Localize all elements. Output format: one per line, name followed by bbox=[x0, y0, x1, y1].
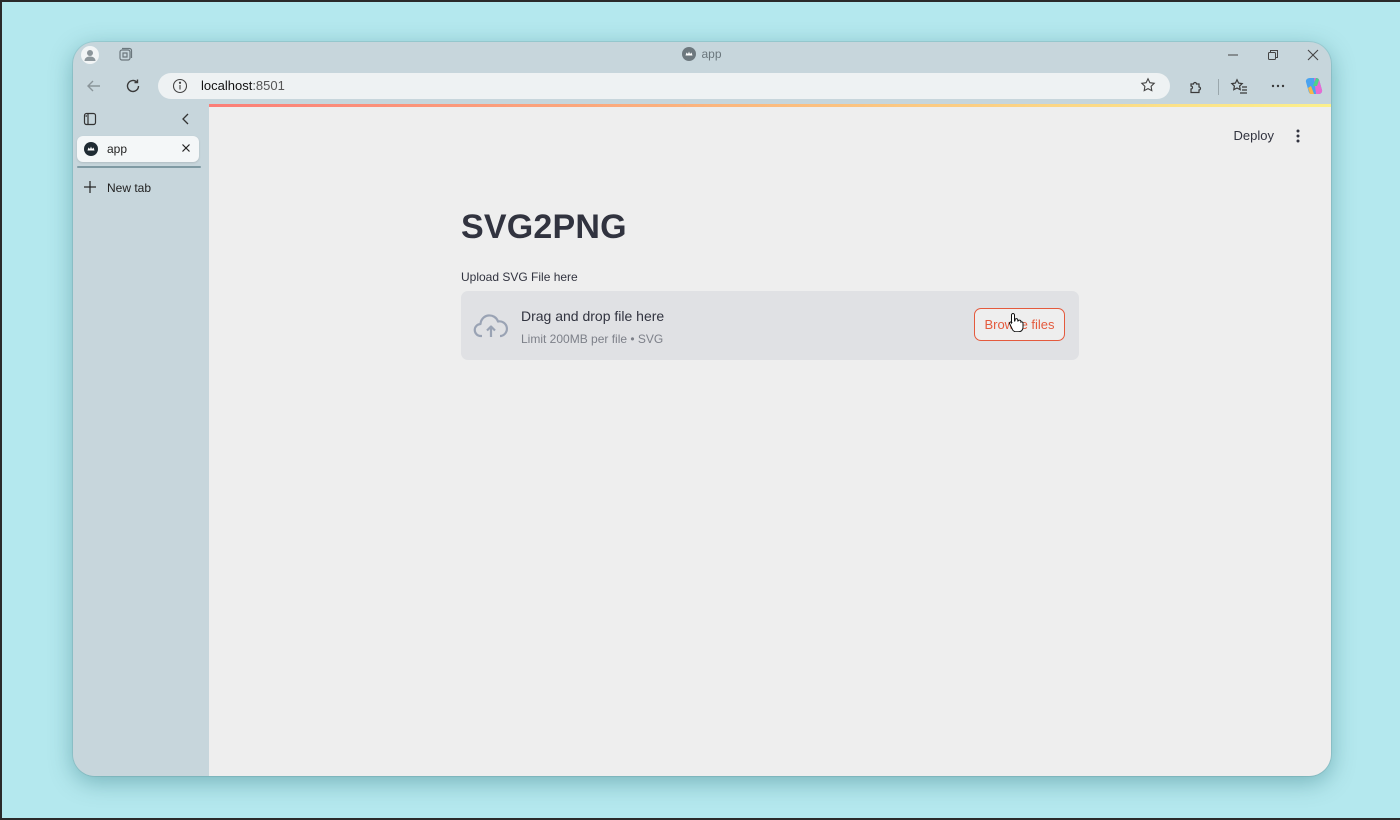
new-tab-label: New tab bbox=[107, 181, 152, 195]
tab-divider bbox=[77, 166, 201, 168]
plus-icon bbox=[83, 180, 97, 197]
tab-label: app bbox=[107, 142, 128, 156]
browser-toolbar: localhost:8501 bbox=[73, 70, 1331, 102]
close-icon[interactable] bbox=[1303, 45, 1323, 65]
deploy-button[interactable]: Deploy bbox=[1234, 128, 1274, 143]
collapse-icon[interactable] bbox=[179, 112, 193, 131]
copilot-icon[interactable] bbox=[1303, 75, 1325, 97]
file-dropzone[interactable]: Drag and drop file here Limit 200MB per … bbox=[461, 291, 1079, 360]
upload-label: Upload SVG File here bbox=[461, 270, 578, 284]
url-port: :8501 bbox=[252, 78, 285, 93]
new-tab-button[interactable]: New tab bbox=[83, 178, 151, 198]
sidebar-toggle-icon[interactable] bbox=[83, 112, 97, 131]
address-bar[interactable]: localhost:8501 bbox=[158, 73, 1170, 99]
page-content: Deploy SVG2PNG Upload SVG File here Drag… bbox=[209, 104, 1331, 776]
window-title-text: app bbox=[701, 47, 722, 61]
app-favicon-icon bbox=[84, 142, 98, 161]
cloud-upload-icon bbox=[473, 312, 509, 345]
url-host: localhost bbox=[201, 78, 253, 93]
kebab-menu-icon[interactable] bbox=[1293, 128, 1303, 144]
url-text[interactable]: localhost:8501 bbox=[201, 78, 285, 93]
favorite-star-icon[interactable] bbox=[1140, 77, 1156, 98]
back-icon[interactable] bbox=[83, 75, 105, 97]
more-icon[interactable] bbox=[1267, 75, 1289, 97]
tab-close-icon[interactable] bbox=[179, 141, 193, 160]
browser-window: app localhost:8501 app New tab Deploy SV… bbox=[73, 42, 1331, 776]
restore-icon[interactable] bbox=[1263, 45, 1283, 65]
title-bar: app bbox=[73, 42, 1331, 68]
minimize-icon[interactable] bbox=[1223, 45, 1243, 65]
dropzone-title: Drag and drop file here bbox=[521, 308, 665, 324]
dropzone-subtitle: Limit 200MB per file • SVG bbox=[521, 332, 664, 346]
window-title: app bbox=[73, 47, 1331, 64]
favorites-icon[interactable] bbox=[1228, 75, 1250, 97]
page-title: SVG2PNG bbox=[461, 208, 627, 246]
refresh-icon[interactable] bbox=[122, 75, 144, 97]
extensions-icon[interactable] bbox=[1185, 75, 1207, 97]
app-favicon-icon bbox=[682, 47, 697, 64]
vertical-tabs-sidebar: app New tab bbox=[73, 104, 209, 776]
tab-app[interactable]: app bbox=[77, 136, 199, 162]
info-icon[interactable] bbox=[172, 78, 188, 99]
hand-cursor-icon bbox=[1008, 312, 1024, 337]
toolbar-divider bbox=[1218, 79, 1219, 95]
header-decoration bbox=[209, 104, 1331, 107]
